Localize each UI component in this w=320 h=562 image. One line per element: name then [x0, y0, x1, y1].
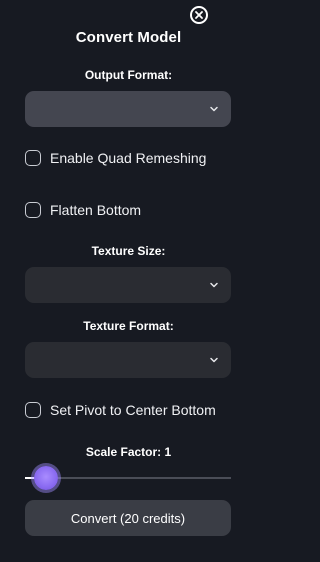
quad-remeshing-label: Enable Quad Remeshing [50, 150, 207, 166]
chevron-down-icon [210, 282, 218, 288]
texture-size-label: Texture Size: [91, 244, 166, 258]
scale-factor-label: Scale Factor: 1 [85, 445, 172, 459]
chevron-down-icon [210, 357, 218, 363]
chevron-down-icon [210, 106, 218, 112]
convert-button[interactable]: Convert (20 credits) [25, 500, 231, 536]
texture-format-label: Texture Format: [83, 319, 174, 333]
flatten-bottom-label: Flatten Bottom [50, 202, 142, 218]
scale-factor-slider[interactable] [25, 466, 231, 490]
panel-title: Convert Model [75, 29, 182, 46]
pivot-center-bottom-label: Set Pivot to Center Bottom [50, 402, 216, 418]
texture-format-select[interactable] [25, 342, 231, 378]
flatten-bottom-option[interactable]: Flatten Bottom [25, 200, 141, 220]
close-button[interactable] [190, 6, 208, 24]
convert-model-panel: Convert Model Output Format: Enable Quad… [0, 0, 257, 562]
output-format-select[interactable] [25, 91, 231, 127]
pivot-center-bottom-checkbox[interactable] [25, 402, 41, 418]
flatten-bottom-checkbox[interactable] [25, 202, 41, 218]
pivot-center-bottom-option[interactable]: Set Pivot to Center Bottom [25, 400, 216, 420]
quad-remeshing-checkbox[interactable] [25, 150, 41, 166]
quad-remeshing-option[interactable]: Enable Quad Remeshing [25, 148, 206, 168]
scale-factor-thumb[interactable] [34, 466, 58, 490]
close-icon [195, 11, 203, 19]
texture-size-select[interactable] [25, 267, 231, 303]
output-format-label: Output Format: [84, 68, 173, 82]
